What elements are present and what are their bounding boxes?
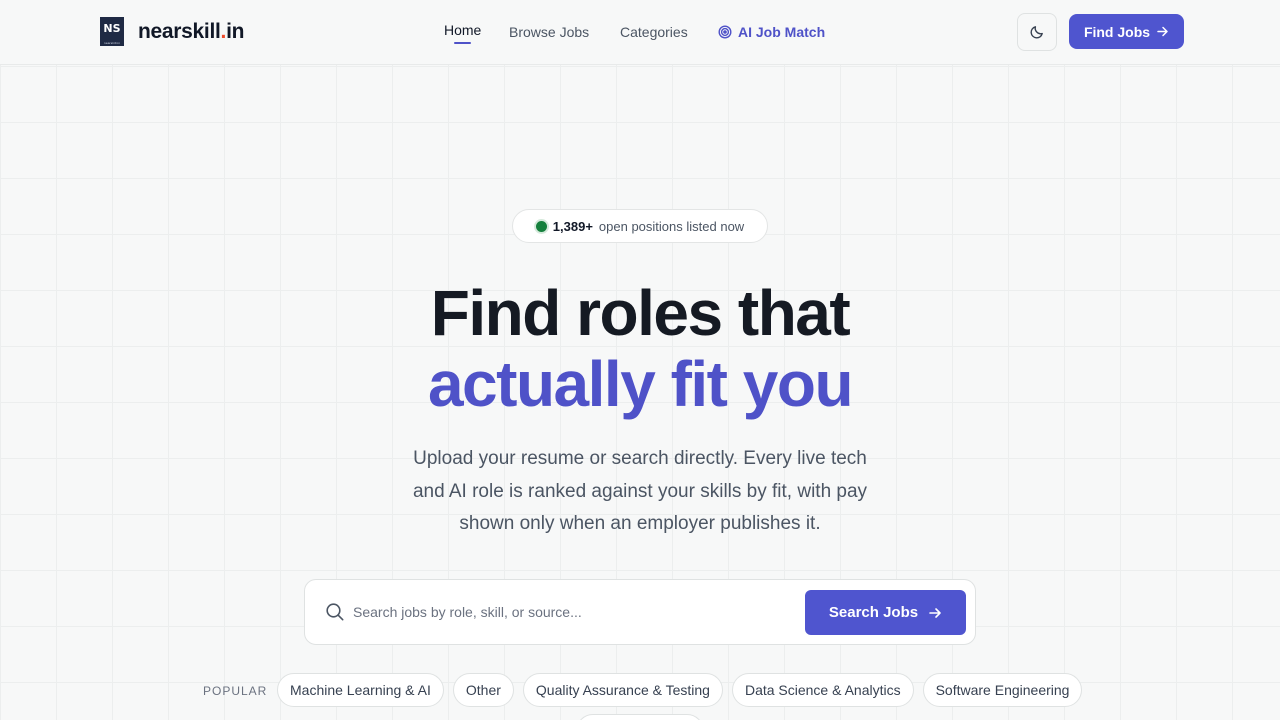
search-bar: Search Jobs xyxy=(304,579,976,645)
hero-title-line1: Find roles that xyxy=(430,277,851,349)
chip-next-row[interactable] xyxy=(576,714,704,720)
find-jobs-button[interactable]: Find Jobs xyxy=(1069,14,1184,49)
hero-subtitle: Upload your resume or search directly. E… xyxy=(412,448,868,534)
arrow-right-icon xyxy=(1157,26,1168,37)
live-status-dot xyxy=(535,220,547,232)
search-icon xyxy=(326,603,344,621)
open-positions-badge: 1,389+ open positions listed now xyxy=(512,209,768,243)
theme-toggle-button[interactable] xyxy=(1017,13,1057,51)
logo[interactable]: NS nearskill.in nearskill.in xyxy=(100,17,244,46)
logo-mark-subtext: nearskill.in xyxy=(103,41,121,45)
site-header: NS nearskill.in nearskill.in Home Browse… xyxy=(0,0,1280,65)
open-positions-count: 1,389+ xyxy=(552,218,593,234)
chip-quality-assurance-testing[interactable]: Quality Assurance & Testing xyxy=(522,673,723,707)
chip-software-engineering[interactable]: Software Engineering xyxy=(922,673,1083,707)
chip-machine-learning-ai[interactable]: Machine Learning & AI xyxy=(277,673,444,707)
arrow-right-icon xyxy=(929,607,941,618)
open-positions-text: open positions listed now xyxy=(598,218,745,234)
search-input[interactable] xyxy=(353,600,793,624)
nav-ai-job-match[interactable]: AI Job Match xyxy=(718,24,825,40)
brand-name: nearskill.in xyxy=(138,20,244,44)
brand-name-tld: in xyxy=(226,19,245,43)
popular-chips: Machine Learning & AI Other Quality Assu… xyxy=(277,673,1083,707)
logo-mark: NS nearskill.in xyxy=(100,17,124,46)
logo-mark-text: NS xyxy=(103,22,121,35)
hero-title-line2: actually fit you xyxy=(427,348,854,420)
moon-icon xyxy=(1030,26,1043,39)
target-icon xyxy=(718,25,732,39)
chip-other[interactable]: Other xyxy=(452,673,514,707)
nav-ai-job-match-label: AI Job Match xyxy=(738,24,826,40)
chip-data-science-analytics[interactable]: Data Science & Analytics xyxy=(731,673,914,707)
brand-name-main: nearskill xyxy=(138,19,221,43)
nav-categories[interactable]: Categories xyxy=(620,24,688,40)
search-jobs-button[interactable]: Search Jobs xyxy=(805,590,966,635)
nav-browse-jobs[interactable]: Browse Jobs xyxy=(509,24,589,40)
popular-label: POPULAR xyxy=(203,684,268,698)
find-jobs-label: Find Jobs xyxy=(1083,23,1151,40)
nav-home[interactable]: Home xyxy=(444,22,481,44)
search-jobs-label: Search Jobs xyxy=(828,604,919,621)
